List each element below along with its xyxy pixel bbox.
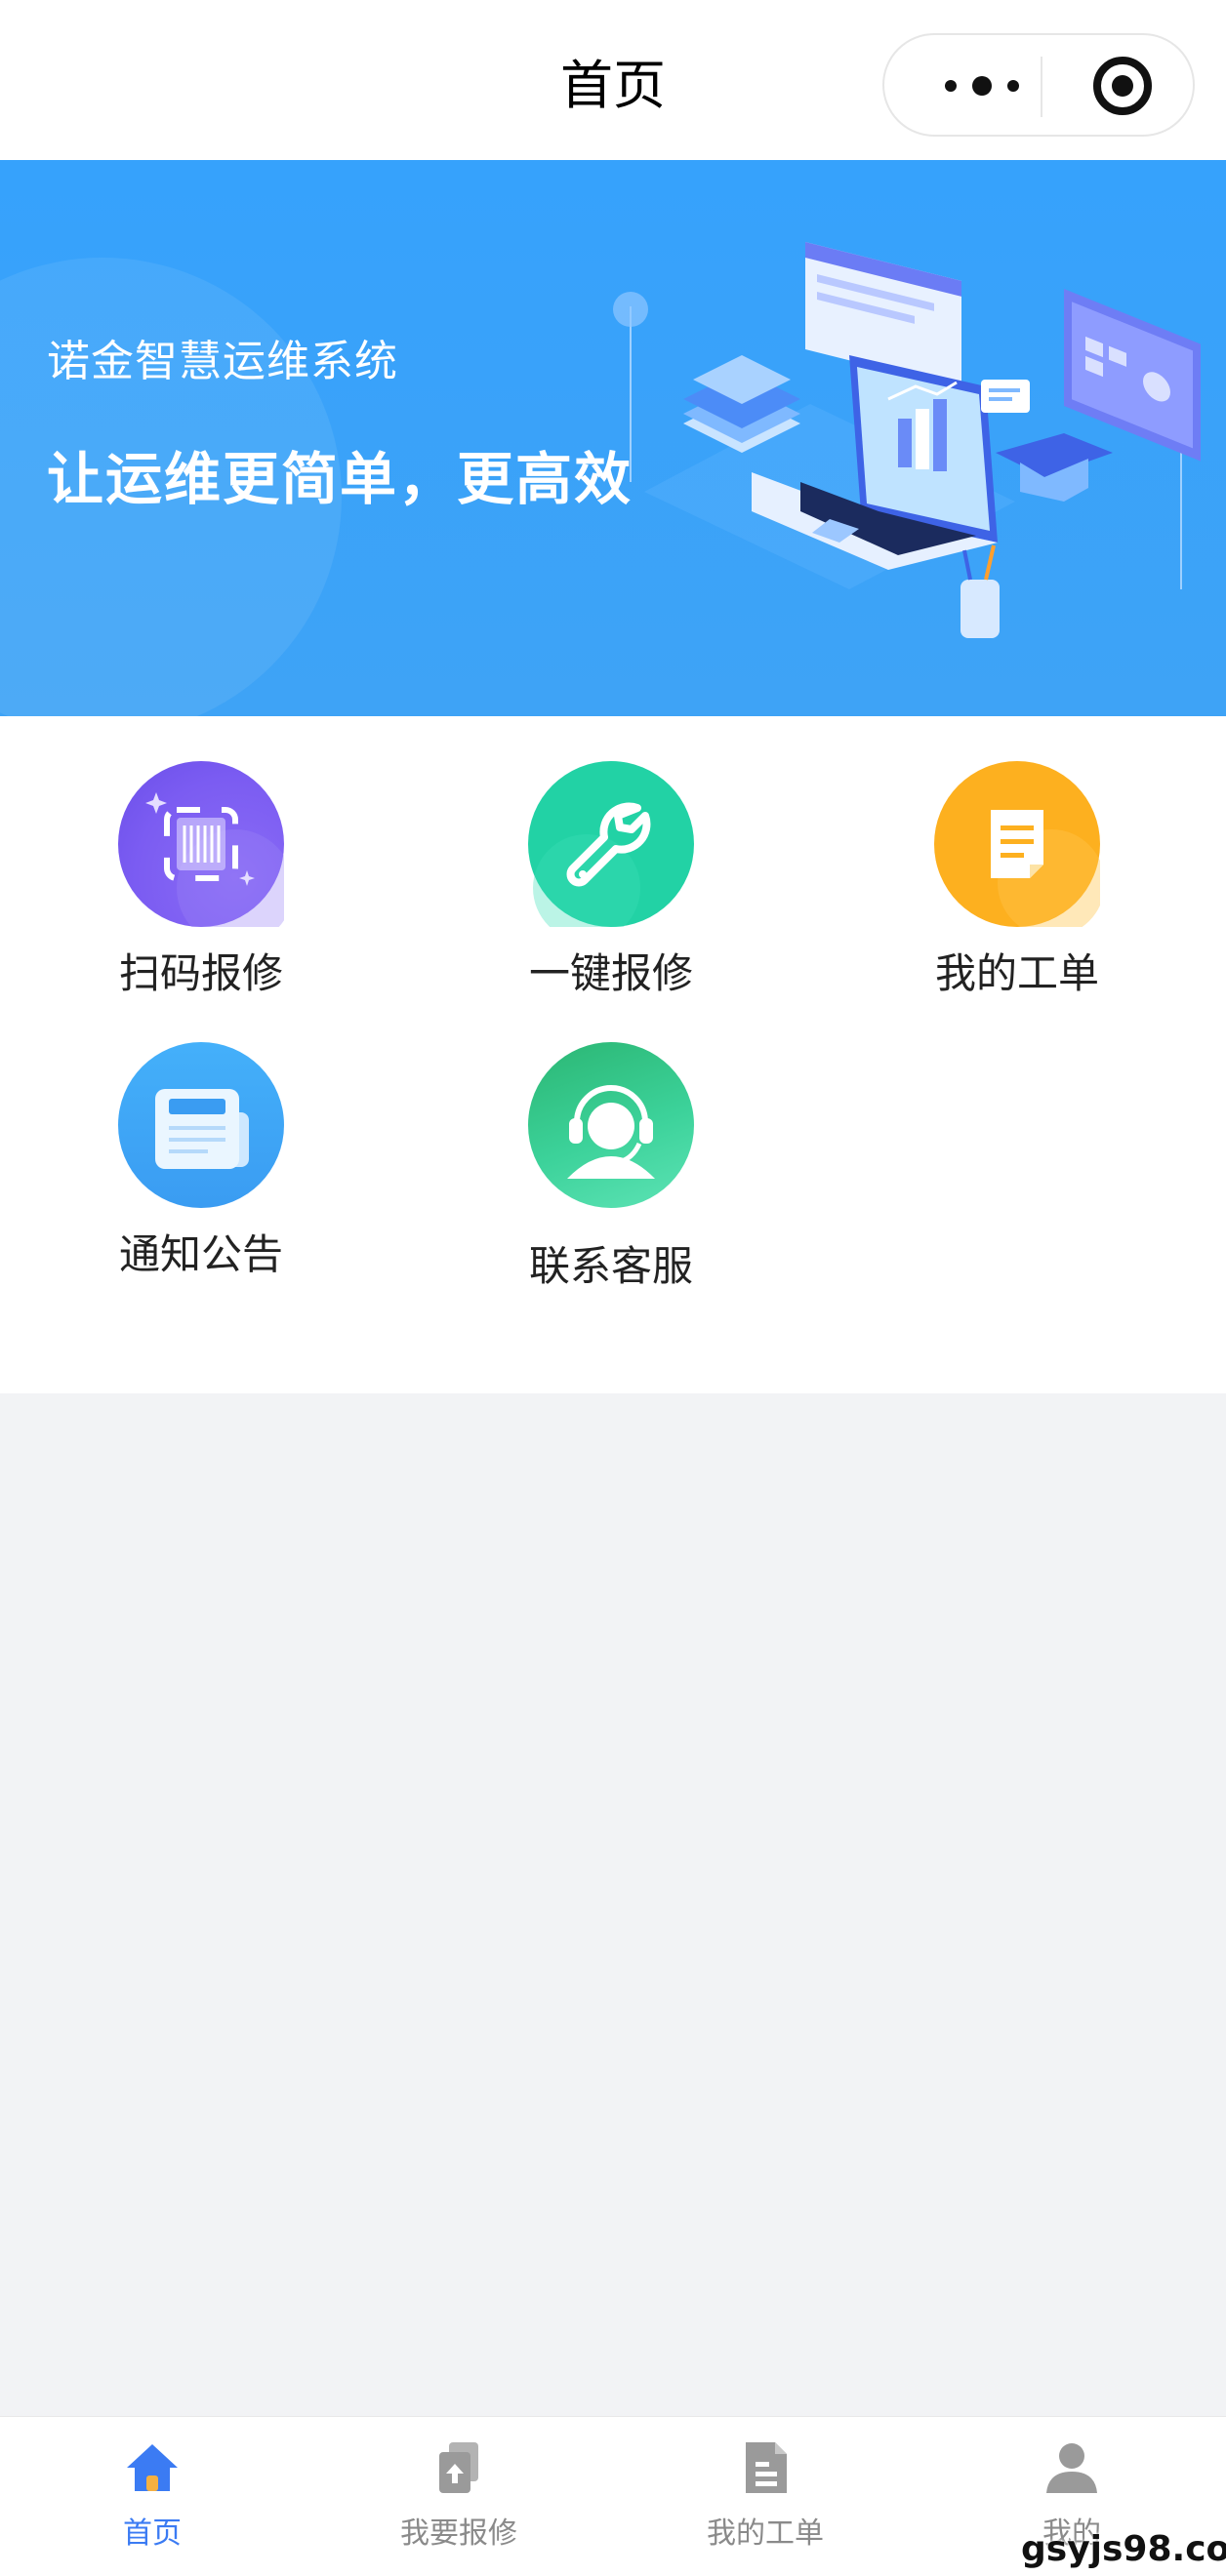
close-target-icon[interactable] <box>1093 57 1152 115</box>
home-icon <box>123 2438 182 2497</box>
banner-title: 让运维更简单，更高效 <box>47 446 633 512</box>
menu-item-contact-service[interactable]: 联系客服 <box>484 1042 738 1293</box>
headset-icon <box>528 1042 694 1208</box>
repair-upload-icon <box>429 2438 488 2497</box>
order-doc-icon <box>736 2438 795 2497</box>
hero-banner: 诺金智慧运维系统 让运维更简单，更高效 <box>0 160 1226 716</box>
user-icon <box>1042 2438 1101 2497</box>
banner-subtitle: 诺金智慧运维系统 <box>47 337 398 386</box>
menu-item-my-orders[interactable]: 我的工单 <box>890 761 1144 1000</box>
more-options-icon[interactable] <box>925 66 1039 105</box>
menu-item-scan-repair[interactable]: 扫码报修 <box>74 761 328 1000</box>
tab-my-orders[interactable]: 我的工单 <box>619 2438 912 2552</box>
menu-label: 扫码报修 <box>118 949 283 997</box>
tab-label: 我的工单 <box>707 2516 824 2551</box>
tab-label: 我要报修 <box>400 2516 517 2551</box>
menu-item-notice[interactable]: 通知公告 <box>74 1042 328 1281</box>
navigation-bar: 首页 <box>0 0 1226 160</box>
menu-item-one-click-repair[interactable]: 一键报修 <box>484 761 738 1000</box>
laptop-illustration <box>613 242 1201 638</box>
capsule-divider <box>1041 57 1042 117</box>
function-menu: 扫码报修 一键报修 我的工单 通知公告 联系客服 <box>0 716 1226 1393</box>
watermark: gsyjs98.com <box>1021 2529 1226 2569</box>
mini-program-capsule <box>882 33 1195 137</box>
menu-label: 我的工单 <box>934 949 1099 997</box>
tab-home[interactable]: 首页 <box>6 2438 299 2552</box>
notice-icon <box>118 1042 284 1208</box>
tab-report-repair[interactable]: 我要报修 <box>312 2438 605 2552</box>
menu-label: 联系客服 <box>528 1242 693 1290</box>
menu-label: 一键报修 <box>528 949 693 997</box>
document-icon <box>934 761 1105 937</box>
menu-label: 通知公告 <box>118 1230 283 1278</box>
scan-icon <box>118 761 294 946</box>
tab-label: 首页 <box>123 2516 182 2551</box>
wrench-icon <box>528 761 694 942</box>
